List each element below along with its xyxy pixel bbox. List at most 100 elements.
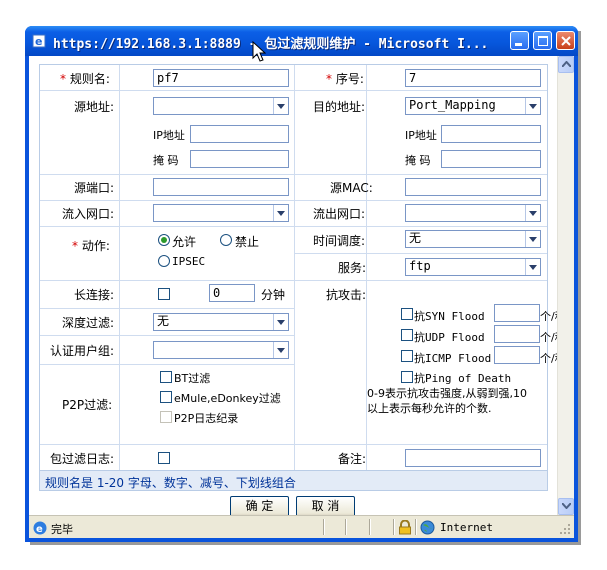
action-allow-label: 允许 <box>172 235 197 249</box>
auth-group-select[interactable] <box>153 341 289 359</box>
icmp-flood-checkbox[interactable] <box>401 350 413 362</box>
browser-popup-window: e https://192.168.3.1:8889 - 包过滤规则维护 - M… <box>25 26 578 542</box>
scroll-up-button[interactable] <box>558 56 574 73</box>
deep-filter-label: 深度过滤: <box>62 316 115 330</box>
ok-button[interactable]: 确 定 <box>230 496 289 515</box>
row-divider <box>294 253 547 254</box>
chevron-down-icon[interactable] <box>273 314 288 330</box>
packet-log-label: 包过滤日志: <box>50 452 115 466</box>
dst-addr-value: Port_Mapping <box>409 98 496 112</box>
udp-flood-input[interactable] <box>494 325 540 343</box>
packet-log-checkbox[interactable] <box>158 452 170 464</box>
seq-input[interactable]: 7 <box>405 69 541 87</box>
chevron-down-icon[interactable] <box>273 205 288 221</box>
action-ipsec-radio[interactable] <box>158 255 170 267</box>
scroll-down-button[interactable] <box>558 498 574 515</box>
vertical-scrollbar[interactable] <box>557 56 574 515</box>
action-deny-label: 禁止 <box>235 235 260 249</box>
col-divider <box>119 65 120 470</box>
status-bar: e 完毕 Internet <box>29 515 574 538</box>
icmp-flood-label: 抗ICMP Flood <box>414 352 492 365</box>
udp-flood-checkbox[interactable] <box>401 329 413 341</box>
window-title: https://192.168.3.1:8889 - 包过滤规则维护 - Mic… <box>53 37 489 52</box>
udp-flood-unit: 个/秒 <box>540 331 557 344</box>
keepalive-minutes-input[interactable]: 0 <box>209 284 255 302</box>
syn-flood-checkbox[interactable] <box>401 308 413 320</box>
p2p-log-checkbox[interactable] <box>160 411 172 423</box>
service-value: ftp <box>409 259 431 273</box>
action-label: * 动作: <box>72 239 110 253</box>
icmp-flood-input[interactable] <box>494 346 540 364</box>
src-port-input[interactable] <box>153 178 289 196</box>
deep-filter-value: 无 <box>157 314 170 328</box>
out-interface-select[interactable] <box>405 204 541 222</box>
minimize-button[interactable] <box>510 31 529 50</box>
bt-filter-label: BT过滤 <box>174 372 211 385</box>
chevron-down-icon[interactable] <box>525 205 540 221</box>
action-ipsec-label: IPSEC <box>172 255 206 268</box>
syn-flood-input[interactable] <box>494 304 540 322</box>
src-mac-input[interactable] <box>405 178 541 196</box>
rule-name-input[interactable]: pf7 <box>153 69 289 87</box>
chevron-down-icon <box>562 503 571 509</box>
chevron-down-icon[interactable] <box>273 98 288 114</box>
p2p-filter-label: P2P过滤: <box>62 398 113 412</box>
chevron-down-icon[interactable] <box>525 98 540 114</box>
attack-label: 抗攻击: <box>326 288 367 302</box>
rule-name-label: * 规则名: <box>60 72 110 86</box>
maximize-icon <box>538 36 548 46</box>
dst-ip-label: IP地址 <box>405 129 437 142</box>
svg-text:e: e <box>36 524 43 535</box>
chevron-down-icon[interactable] <box>273 342 288 358</box>
dst-mask-label: 掩 码 <box>405 154 431 167</box>
minimize-icon <box>515 43 522 46</box>
status-divider <box>345 519 346 535</box>
time-schedule-select[interactable]: 无 <box>405 230 541 248</box>
out-interface-label: 流出网口: <box>313 207 366 221</box>
dst-mask-input[interactable] <box>441 150 541 168</box>
src-mask-input[interactable] <box>190 150 289 168</box>
keepalive-checkbox[interactable] <box>158 288 170 300</box>
src-ip-input[interactable] <box>190 125 289 143</box>
globe-icon <box>420 520 435 535</box>
title-bar[interactable]: e https://192.168.3.1:8889 - 包过滤规则维护 - M… <box>25 26 578 56</box>
lock-icon[interactable] <box>398 520 412 535</box>
resize-grip-icon[interactable] <box>559 523 571 535</box>
src-addr-select[interactable] <box>153 97 289 115</box>
in-interface-select[interactable] <box>153 204 289 222</box>
svg-text:e: e <box>35 35 42 48</box>
dst-addr-select[interactable]: Port_Mapping <box>405 97 541 115</box>
hint-bar: 规则名是 1-20 字母、数字、减号、下划线组合 <box>39 470 548 491</box>
service-select[interactable]: ftp <box>405 258 541 276</box>
attack-note-line2: 以上表示每秒允许的个数. <box>367 402 492 415</box>
dst-ip-input[interactable] <box>441 125 541 143</box>
syn-flood-unit: 个/秒 <box>540 310 557 323</box>
action-deny-radio[interactable] <box>220 234 232 246</box>
in-interface-label: 流入网口: <box>62 207 115 221</box>
chevron-up-icon <box>562 61 571 67</box>
close-icon <box>561 36 571 46</box>
remark-input[interactable] <box>405 449 541 467</box>
maximize-button[interactable] <box>533 31 552 50</box>
action-allow-radio[interactable] <box>158 234 170 246</box>
ie-icon: e <box>32 34 46 48</box>
src-addr-label: 源地址: <box>74 100 115 114</box>
cancel-button[interactable]: 取 消 <box>296 496 355 515</box>
status-divider <box>415 519 416 535</box>
chevron-down-icon[interactable] <box>525 259 540 275</box>
src-port-label: 源端口: <box>74 181 115 195</box>
minutes-unit-label: 分钟 <box>261 288 286 302</box>
seq-label: * 序号: <box>326 72 364 86</box>
window-client: * 规则名: pf7 * 序号: 7 源地址: IP地址 掩 码 目的地址: P… <box>29 56 574 538</box>
icmp-flood-unit: 个/秒 <box>540 352 557 365</box>
col-divider <box>294 65 295 470</box>
bt-filter-checkbox[interactable] <box>160 371 172 383</box>
chevron-down-icon[interactable] <box>525 231 540 247</box>
auth-group-label: 认证用户组: <box>50 344 115 358</box>
keepalive-label: 长连接: <box>74 288 115 302</box>
deep-filter-select[interactable]: 无 <box>153 313 289 331</box>
emule-filter-checkbox[interactable] <box>160 391 172 403</box>
ie-page-icon: e <box>33 521 47 535</box>
ping-of-death-checkbox[interactable] <box>401 371 413 383</box>
close-button[interactable] <box>556 31 575 50</box>
